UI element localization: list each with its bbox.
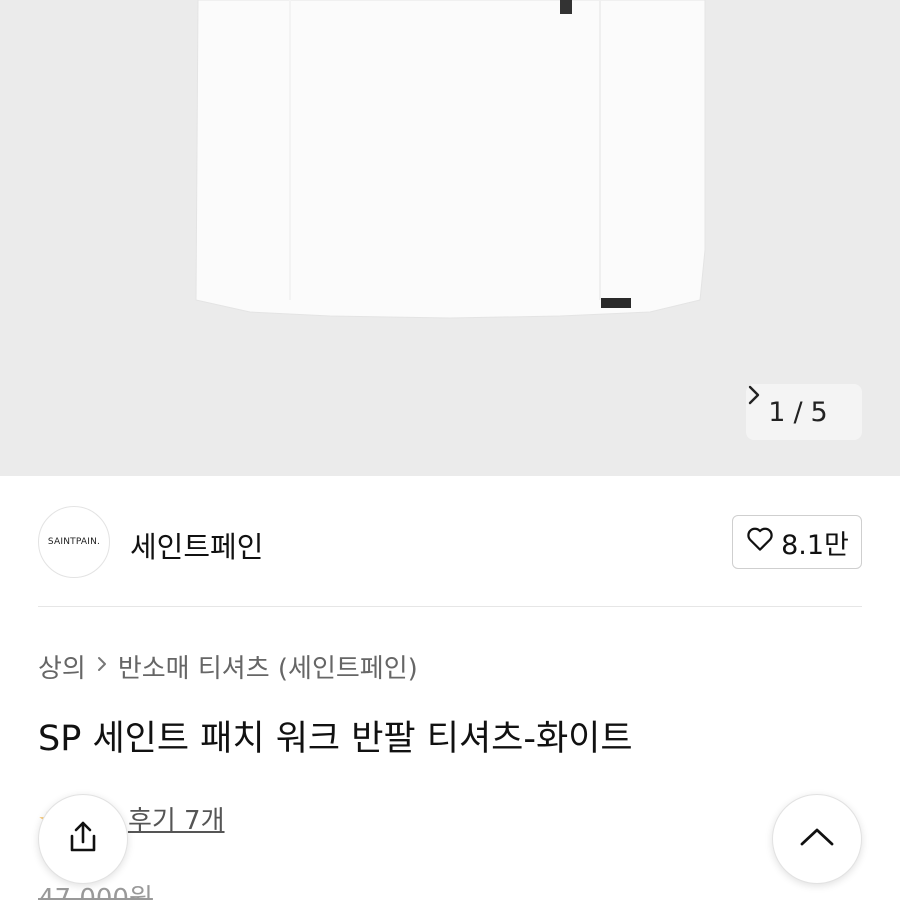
current-image-index: 1 bbox=[768, 396, 786, 428]
brand-logo-text: SAINTPAIN. bbox=[47, 537, 101, 547]
chevron-up-icon bbox=[797, 825, 837, 853]
brand-logo[interactable]: SAINTPAIN. bbox=[38, 506, 110, 578]
scroll-to-top-button[interactable] bbox=[772, 794, 862, 884]
brand-name[interactable]: 세인트페인 bbox=[130, 524, 263, 566]
review-count-link[interactable]: 후기 7개 bbox=[128, 800, 225, 837]
share-button[interactable] bbox=[38, 794, 128, 884]
chevron-right-icon bbox=[96, 654, 108, 679]
total-image-count: 5 bbox=[810, 396, 828, 428]
breadcrumb-category[interactable]: 상의 bbox=[38, 648, 86, 685]
breadcrumb-subcategory[interactable]: 반소매 티셔츠 (세인트페인) bbox=[118, 648, 418, 685]
like-count: 8.1만 bbox=[781, 529, 849, 561]
product-title: SP 세인트 패치 워크 반팔 티셔츠-화이트 bbox=[38, 719, 633, 759]
breadcrumb: 상의 반소매 티셔츠 (세인트페인) bbox=[38, 648, 418, 685]
like-button[interactable]: 8.1만 bbox=[732, 515, 862, 569]
counter-separator: / bbox=[793, 396, 803, 428]
seller-row: SAINTPAIN. 세인트페인 8.1만 bbox=[38, 506, 862, 580]
section-divider bbox=[38, 606, 862, 607]
image-counter-button[interactable]: 1 / 5 bbox=[746, 384, 862, 440]
heart-outline-icon bbox=[745, 524, 775, 561]
share-icon bbox=[64, 818, 102, 860]
label-patch bbox=[601, 298, 631, 308]
product-image-gallery[interactable]: 1 / 5 bbox=[0, 0, 900, 476]
